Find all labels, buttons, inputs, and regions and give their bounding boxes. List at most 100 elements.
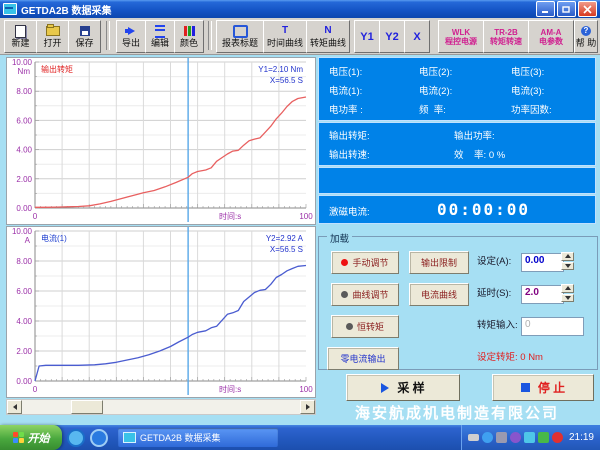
current-chart-panel[interactable]: 0.00 2.00 4.00 6.00 8.00 10.00 A 0 时间:s 100 电流(1) Y…: [6, 226, 316, 398]
tray-app-icon[interactable]: [509, 432, 521, 443]
windows-flag-icon: [12, 432, 24, 443]
minimize-button[interactable]: [536, 1, 555, 17]
set-current-input[interactable]: 0.00: [521, 253, 564, 272]
open-folder-icon: [45, 24, 60, 37]
torque-curve-button[interactable]: N 转矩曲线: [306, 20, 350, 53]
delay-stepper[interactable]: [561, 284, 574, 302]
scrollbar-thumb[interactable]: [71, 400, 103, 414]
taskbar-clock: 21:19: [568, 432, 594, 443]
app-icon: [3, 3, 17, 15]
spin-down-icon[interactable]: [561, 293, 574, 302]
toolbar-separator: [208, 21, 212, 50]
toolbar-separator: [106, 21, 110, 50]
taskbar-item-app[interactable]: GETDA2B 数据采集: [118, 428, 278, 447]
set-torque-label: 设定转矩: 0 Nm: [477, 352, 543, 363]
ama-electrical-button[interactable]: AM-A 电参数: [528, 20, 574, 53]
manual-adjust-radio[interactable]: 手动调节: [331, 251, 399, 274]
svg-text:0.00: 0.00: [16, 204, 32, 213]
x-button[interactable]: X: [404, 20, 430, 53]
app-window: GETDA2B 数据采集 新建 打开 保存 导出 编辑 颜色 报表标题 T 时间…: [0, 0, 600, 450]
radio-dot-icon: [341, 291, 349, 298]
svg-text:0.00: 0.00: [16, 377, 32, 386]
open-button[interactable]: 打开: [36, 20, 69, 53]
report-icon: [232, 24, 248, 38]
edit-lines-icon: [155, 24, 165, 38]
save-button[interactable]: 保存: [68, 20, 101, 53]
save-icon: [79, 25, 90, 37]
tray-network-icon[interactable]: [523, 432, 535, 443]
measurement-panel: 电压(1): 电压(2): 电压(3): 电流(1): 电流(2): 电流(3)…: [318, 57, 596, 224]
frequency-label: 频 率:: [419, 105, 446, 116]
set-current-stepper[interactable]: [561, 252, 574, 270]
delay-label: 延时(S):: [477, 288, 512, 299]
scroll-right-arrow-icon[interactable]: [300, 400, 315, 414]
tray-update-icon[interactable]: [481, 432, 493, 443]
new-button[interactable]: 新建: [4, 20, 37, 53]
voltage2-label: 电压(2):: [419, 67, 453, 78]
torque-input-label: 转矩输入:: [477, 320, 518, 331]
edit-button[interactable]: 编辑: [145, 20, 175, 53]
toolbar: 新建 打开 保存 导出 编辑 颜色 报表标题 T 时间曲线 N 转矩曲线 Y1 …: [0, 18, 600, 55]
svg-text:2.00: 2.00: [16, 175, 32, 184]
current-curve-button[interactable]: 电流曲线: [409, 283, 469, 306]
svg-text:A: A: [25, 236, 31, 245]
tray-messenger-icon[interactable]: [537, 432, 549, 443]
spin-down-icon[interactable]: [561, 261, 574, 270]
chart-title: 电流(1): [41, 233, 67, 243]
scroll-left-arrow-icon[interactable]: [7, 400, 22, 414]
company-name: 海安航成机电制造有限公司: [354, 405, 559, 422]
start-button[interactable]: 开始: [0, 425, 62, 450]
color-button[interactable]: 颜色: [174, 20, 204, 53]
svg-text:6.00: 6.00: [16, 116, 32, 125]
color-bars-icon: [183, 25, 195, 37]
chart-horizontal-scrollbar[interactable]: [6, 399, 316, 415]
system-tray: 21:19: [460, 425, 600, 450]
zero-current-output-button[interactable]: 零电流输出: [327, 347, 399, 370]
wlk-power-button[interactable]: WLK 程控电源: [438, 20, 484, 53]
constant-torque-radio[interactable]: 恒转矩: [331, 315, 399, 338]
app-mini-icon: [123, 432, 136, 443]
delay-input[interactable]: 2.0: [521, 285, 564, 304]
elapsed-timer: 00:00:00: [437, 200, 531, 219]
tray-security-shield-icon[interactable]: [551, 432, 563, 443]
quick-launch-refresh-icon[interactable]: [67, 428, 85, 447]
excitation-section: 激磁电流: 00:00:00: [318, 195, 596, 224]
svg-text:10.00: 10.00: [12, 58, 33, 67]
svg-text:4.00: 4.00: [16, 146, 32, 155]
chart-title: 输出转矩: [41, 64, 73, 74]
play-icon: [381, 382, 390, 393]
torque-input-field: 0: [521, 317, 584, 336]
curve-adjust-radio[interactable]: 曲线调节: [331, 283, 399, 306]
current-chart-svg[interactable]: 0.00 2.00 4.00 6.00 8.00 10.00A 0 时间:s 100 电流(1) Y…: [7, 227, 313, 395]
svg-text:0: 0: [33, 385, 38, 394]
excitation-current-label: 激磁电流:: [329, 207, 370, 218]
spin-up-icon[interactable]: [561, 284, 574, 293]
time-curve-button[interactable]: T 时间曲线: [263, 20, 307, 53]
close-button[interactable]: [578, 1, 597, 17]
sample-button[interactable]: 采 样: [346, 374, 460, 401]
radio-dot-icon: [341, 259, 349, 266]
help-button[interactable]: ? 帮 助: [574, 20, 598, 53]
y1-button[interactable]: Y1: [354, 20, 380, 53]
power-label: 电功率 :: [329, 105, 363, 116]
spin-up-icon[interactable]: [561, 252, 574, 261]
tr2b-torque-speed-button[interactable]: TR-2B 转矩转速: [483, 20, 529, 53]
quick-launch-browser-icon[interactable]: [90, 428, 108, 447]
export-button[interactable]: 导出: [116, 20, 146, 53]
current1-label: 电流(1):: [329, 86, 363, 97]
restore-button[interactable]: [557, 1, 576, 17]
cursor-readout: X=56.5 S: [270, 245, 303, 254]
y2-button[interactable]: Y2: [379, 20, 405, 53]
output-limit-button[interactable]: 输出限制: [409, 251, 469, 274]
tray-display-icon[interactable]: [467, 434, 479, 441]
torque-chart-panel[interactable]: 0.00 2.00 4.00 6.00 8.00 10.00 Nm 0 时间:s 100 输出转矩 Y…: [6, 57, 316, 225]
report-title-button[interactable]: 报表标题: [216, 20, 264, 53]
output-speed-label: 输出转速:: [329, 150, 370, 161]
tray-device-icon[interactable]: [495, 432, 507, 443]
cursor-readout: Y1=2.10 Nm: [258, 65, 303, 74]
stop-button[interactable]: 停 止: [492, 374, 594, 401]
torque-chart-svg[interactable]: 0.00 2.00 4.00 6.00 8.00 10.00Nm 0 时间:s 100 输出转矩 Y…: [7, 58, 313, 222]
windows-taskbar: 开始 GETDA2B 数据采集 21:19: [0, 425, 600, 450]
svg-text:Nm: Nm: [18, 67, 31, 76]
current2-label: 电流(2):: [419, 86, 453, 97]
